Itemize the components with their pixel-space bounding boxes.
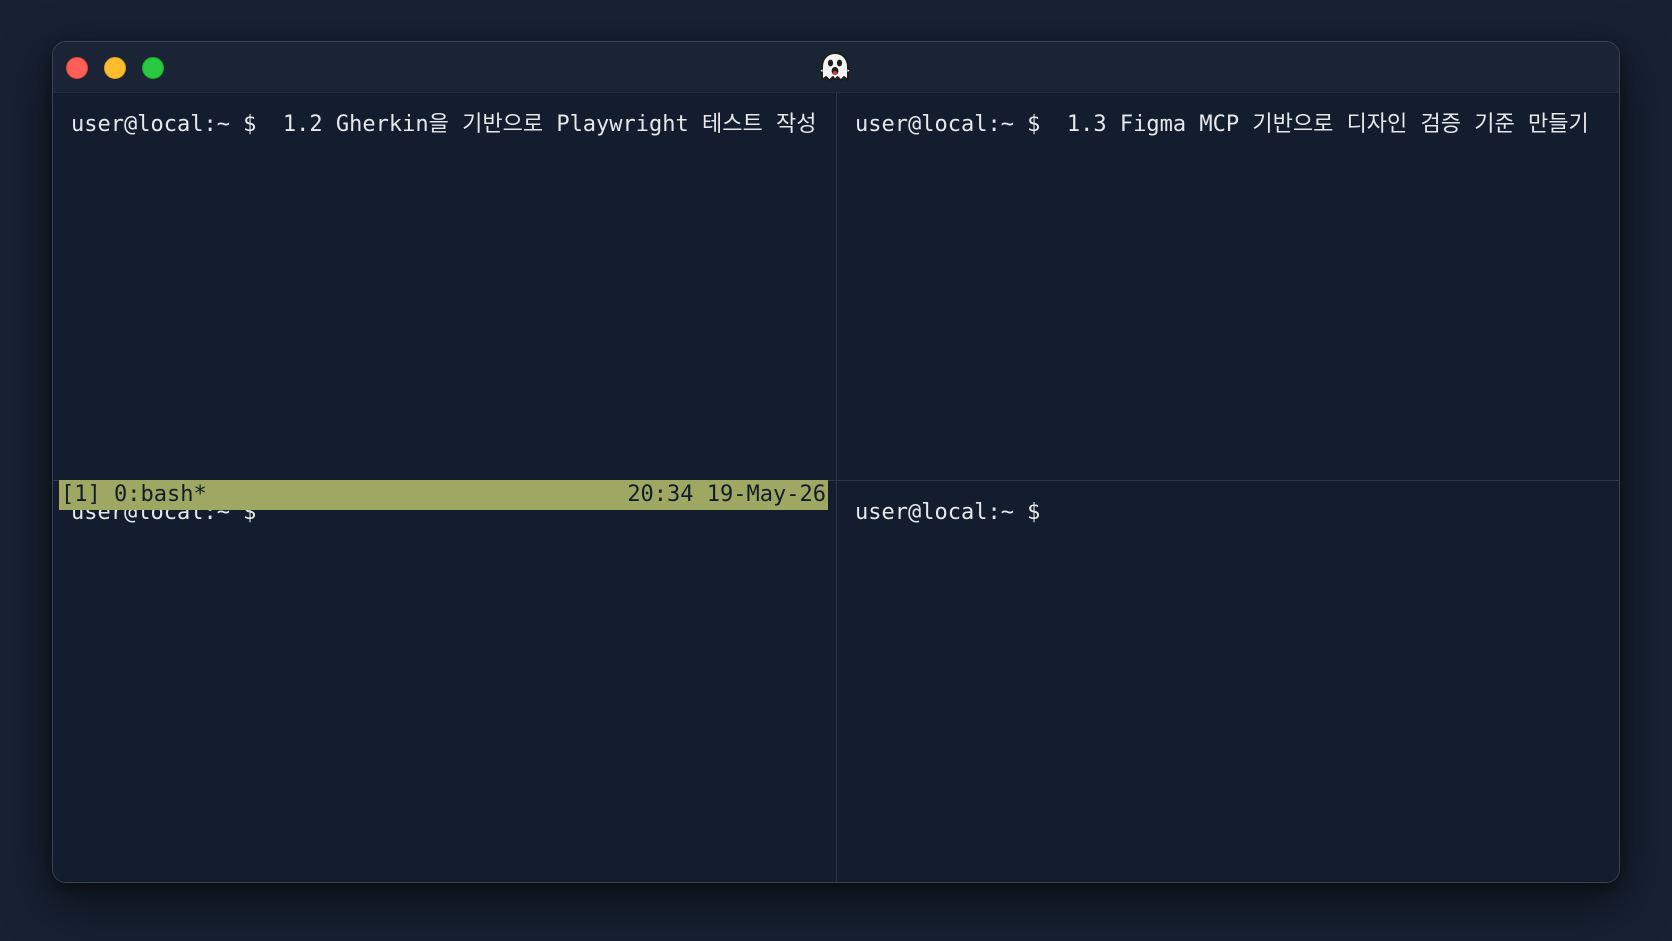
terminal-line: user@local:~ $ <box>855 499 1605 527</box>
shell-prompt: user@local:~ $ <box>855 112 1054 137</box>
terminal-window: user@local:~ $ 1.2 Gherkin을 기반으로 Playwri… <box>52 41 1620 883</box>
command-text: 1.2 Gherkin을 기반으로 Playwright 테스트 작성 <box>269 112 817 137</box>
status-datetime: 20:34 19-May-26 <box>627 482 826 507</box>
ghost-icon <box>818 52 852 82</box>
tmux-panes: user@local:~ $ 1.2 Gherkin을 기반으로 Playwri… <box>53 93 1619 882</box>
zoom-button[interactable] <box>142 57 164 79</box>
shell-prompt: user@local:~ $ <box>71 112 270 137</box>
terminal-line: user@local:~ $ 1.2 Gherkin을 기반으로 Playwri… <box>71 111 822 139</box>
pane-divider-vertical[interactable] <box>836 93 837 882</box>
minimize-button[interactable] <box>104 57 126 79</box>
pane-bottom-right[interactable]: user@local:~ $ <box>837 481 1619 882</box>
shell-prompt: user@local:~ $ <box>855 500 1054 525</box>
terminal-line: user@local:~ $ 1.3 Figma MCP 기반으로 디자인 검증… <box>855 111 1605 139</box>
session-window-label[interactable]: [1] 0:bash* <box>61 480 207 510</box>
pane-top-left[interactable]: user@local:~ $ 1.2 Gherkin을 기반으로 Playwri… <box>53 93 836 480</box>
pane-top-right[interactable]: user@local:~ $ 1.3 Figma MCP 기반으로 디자인 검증… <box>837 93 1619 480</box>
tmux-status-bar: [1] 0:bash* 20:34 19-May-26 <box>59 480 828 510</box>
close-button[interactable] <box>66 57 88 79</box>
title-bar[interactable] <box>53 42 1619 93</box>
pane-bottom-left[interactable]: user@local:~ $ <box>53 481 836 882</box>
command-text: 1.3 Figma MCP 기반으로 디자인 검증 기준 만들기 <box>1053 112 1589 137</box>
